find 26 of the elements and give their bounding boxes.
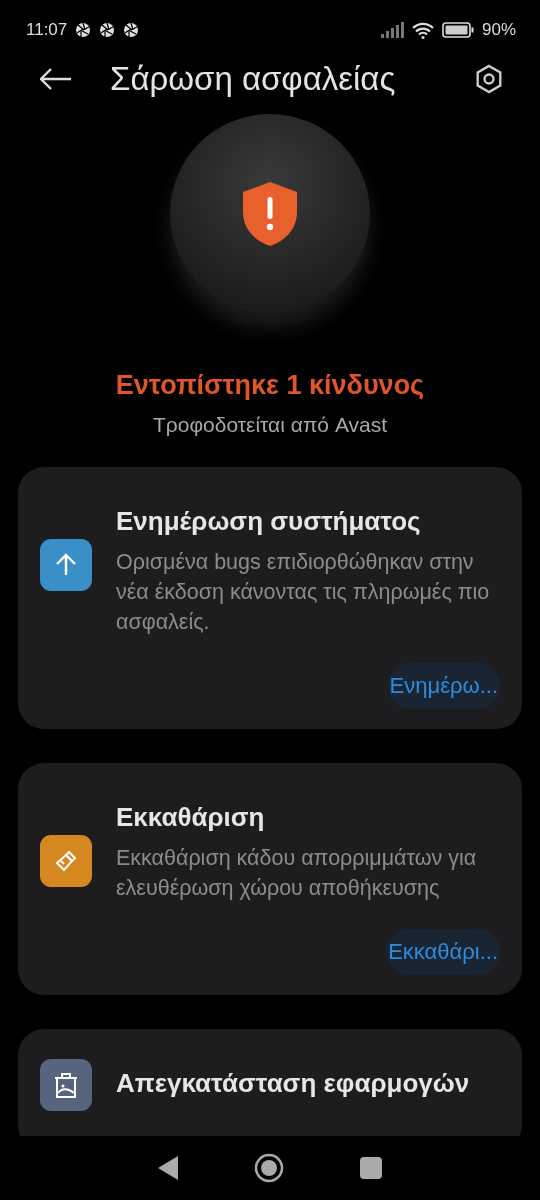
card-description: Ορισμένα bugs επιδιορθώθηκαν στην νέα έκδοση κάνοντας τις πληρωμές πιο ασφαλείς. [116, 548, 491, 636]
card-title: Εκκαθάριση [116, 801, 266, 835]
up-arrow-icon [54, 553, 78, 577]
back-arrow-icon[interactable] [40, 68, 72, 90]
signal-icon [379, 22, 404, 38]
settings-icon[interactable] [474, 64, 504, 94]
aperture-icon [123, 22, 140, 38]
card-title: Ενημέρωση συστήματος [116, 505, 422, 538]
powered-by-text: Τροφοδοτείται από Avast [152, 413, 388, 437]
battery-icon [441, 22, 474, 38]
shield-warning-icon [242, 181, 298, 247]
aperture-icon [75, 22, 92, 38]
card-description: Εκκαθάριση κάδου απορριμμάτων για ελευθέρωση χώρου αποθήκευσης [116, 844, 478, 902]
recents-square-icon[interactable] [360, 1157, 382, 1179]
threat-headline: Εντοπίστηκε 1 κίνδυνος [115, 370, 425, 401]
aperture-icon [99, 22, 116, 38]
page-title: Σάρωση ασφαλείας [110, 60, 397, 98]
wifi-icon [411, 21, 434, 39]
battery-percent: 90% [481, 20, 516, 40]
home-circle-icon[interactable] [254, 1153, 284, 1183]
action-button[interactable]: Εκκαθάρι... [386, 929, 500, 976]
trash-bin-icon [53, 1071, 79, 1100]
card-title: Απεγκατάσταση εφαρμογών [116, 1067, 471, 1101]
back-triangle-icon[interactable] [158, 1156, 178, 1180]
action-button[interactable]: Ενημέρω... [387, 663, 500, 710]
clock: 11:07 [26, 20, 68, 40]
